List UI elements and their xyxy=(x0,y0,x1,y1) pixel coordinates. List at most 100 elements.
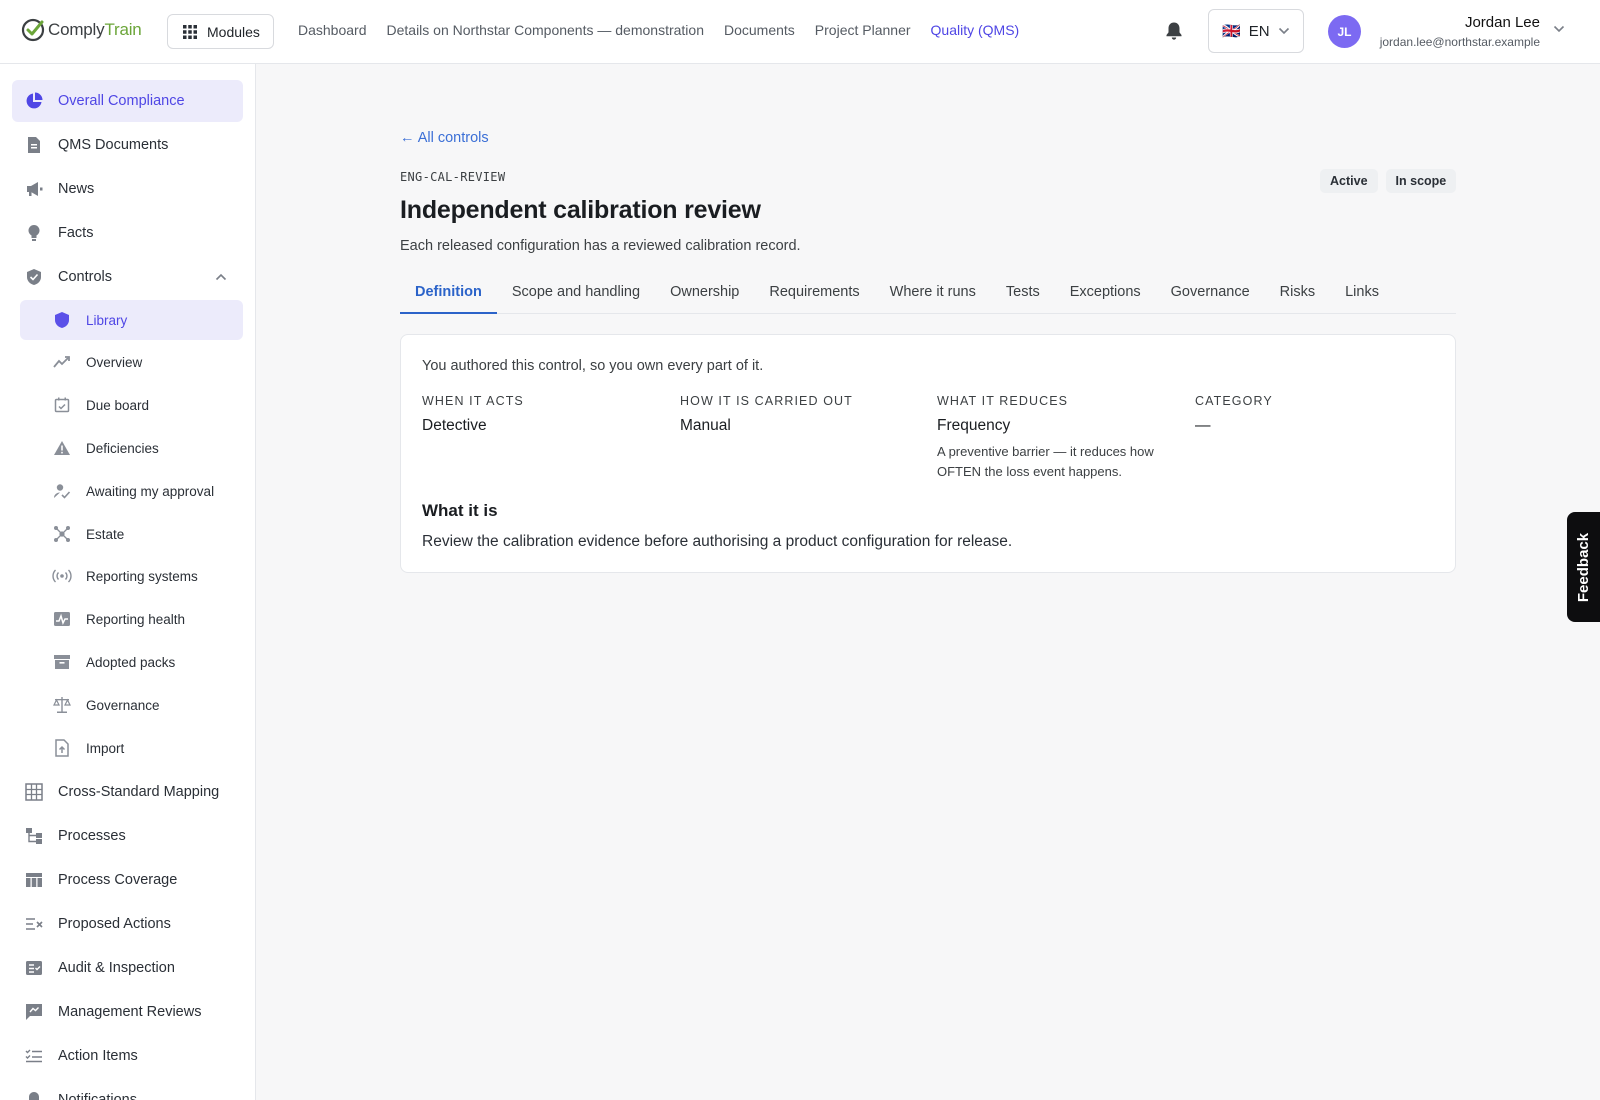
user-menu-chevron-icon[interactable] xyxy=(1553,25,1565,33)
grid-icon xyxy=(24,782,44,802)
sidebar-item-qms-documents[interactable]: QMS Documents xyxy=(12,124,243,166)
attribute-category: CATEGORY — xyxy=(1195,394,1445,435)
file-upload-icon xyxy=(52,738,72,758)
user-name[interactable]: Jordan Lee xyxy=(1465,14,1540,31)
topnav-documents[interactable]: Documents xyxy=(724,22,795,38)
uk-flag-icon: 🇬🇧 xyxy=(1222,23,1241,40)
sidebar-sub-reporting-systems[interactable]: Reporting systems xyxy=(20,556,243,596)
modules-button[interactable]: Modules xyxy=(167,14,274,49)
tab-where-it-runs[interactable]: Where it runs xyxy=(875,276,991,314)
network-icon xyxy=(52,524,72,544)
sidebar-sub-label: Awaiting my approval xyxy=(86,483,215,499)
sidebar-item-audit-inspection[interactable]: Audit & Inspection xyxy=(12,947,243,989)
document-icon xyxy=(24,135,44,155)
sidebar-item-label: Process Coverage xyxy=(58,872,178,888)
sidebar-item-management-reviews[interactable]: Management Reviews xyxy=(12,991,243,1033)
back-to-all-controls-link[interactable]: ← All controls xyxy=(400,130,489,146)
feedback-label: Feedback xyxy=(1575,532,1593,602)
sidebar-item-news[interactable]: News xyxy=(12,168,243,210)
top-navigation: Dashboard Details on Northstar Component… xyxy=(298,22,1019,38)
chevron-up-icon[interactable] xyxy=(215,273,227,281)
sidebar-item-label: Proposed Actions xyxy=(58,916,171,932)
sidebar-item-label: Management Reviews xyxy=(58,1004,202,1020)
sidebar-item-cross-standard-mapping[interactable]: Cross-Standard Mapping xyxy=(12,771,243,813)
ownership-note: You authored this control, so you own ev… xyxy=(422,358,764,374)
language-selector[interactable]: 🇬🇧 EN xyxy=(1208,9,1304,53)
sidebar-sub-label: Due board xyxy=(86,397,150,413)
megaphone-icon xyxy=(24,179,44,199)
sidebar-item-label: Controls xyxy=(58,269,112,285)
topnav-dashboard[interactable]: Dashboard xyxy=(298,22,367,38)
sidebar-item-label: Processes xyxy=(58,828,126,844)
control-code: ENG-CAL-REVIEW xyxy=(400,170,506,184)
scales-icon xyxy=(52,695,72,715)
topnav-project-details[interactable]: Details on Northstar Components — demons… xyxy=(387,22,704,38)
notifications-bell-icon[interactable] xyxy=(1165,21,1183,41)
app-logo[interactable]: ComplyTrain xyxy=(20,17,142,43)
logo-text: ComplyTrain xyxy=(48,20,142,39)
sidebar-item-proposed-actions[interactable]: Proposed Actions xyxy=(12,903,243,945)
attribute-how-carried-out: HOW IT IS CARRIED OUT Manual xyxy=(680,394,930,435)
sidebar-item-facts[interactable]: Facts xyxy=(12,212,243,254)
top-bar: ComplyTrain Modules Dashboard Details on… xyxy=(0,0,1600,64)
checklist-icon xyxy=(24,958,44,978)
tab-governance[interactable]: Governance xyxy=(1156,276,1265,314)
warning-icon xyxy=(52,438,72,458)
control-tabs: Definition Scope and handling Ownership … xyxy=(400,276,1456,314)
attribute-value: Detective xyxy=(422,417,487,434)
sidebar-sub-import[interactable]: Import xyxy=(20,728,243,768)
tab-links[interactable]: Links xyxy=(1330,276,1394,314)
sidebar-sub-label: Reporting health xyxy=(86,611,186,627)
sidebar-sub-reporting-health[interactable]: Reporting health xyxy=(20,599,243,639)
sidebar-sub-deficiencies[interactable]: Deficiencies xyxy=(20,428,243,468)
tab-tests[interactable]: Tests xyxy=(991,276,1055,314)
sidebar-item-overall-compliance[interactable]: Overall Compliance xyxy=(12,80,243,122)
sidebar-sub-governance[interactable]: Governance xyxy=(20,685,243,725)
shield-check-icon xyxy=(24,267,44,287)
sidebar-sub-label: Reporting systems xyxy=(86,568,198,584)
attribute-label: HOW IT IS CARRIED OUT xyxy=(680,394,853,408)
tab-ownership[interactable]: Ownership xyxy=(655,276,754,314)
list-check-icon xyxy=(24,1046,44,1066)
topnav-project-planner[interactable]: Project Planner xyxy=(815,22,911,38)
attribute-label: WHEN IT ACTS xyxy=(422,394,524,408)
attribute-note: A preventive barrier — it reduces how OF… xyxy=(937,444,1154,479)
trend-icon xyxy=(52,352,72,372)
section-body: Review the calibration evidence before a… xyxy=(422,533,1013,550)
sidebar-item-notifications[interactable]: Notifications xyxy=(12,1079,243,1100)
sidebar-item-label: Facts xyxy=(58,225,94,241)
tab-scope-and-handling[interactable]: Scope and handling xyxy=(497,276,655,314)
sidebar-sub-label: Estate xyxy=(86,526,125,542)
user-avatar[interactable]: JL xyxy=(1328,15,1361,48)
sidebar: Overall Compliance QMS Documents News Fa… xyxy=(0,64,256,1100)
section-title: What it is xyxy=(422,501,498,520)
sidebar-item-processes[interactable]: Processes xyxy=(12,815,243,857)
sidebar-item-controls[interactable]: Controls xyxy=(12,256,243,298)
feedback-button[interactable]: Feedback xyxy=(1567,512,1600,622)
tab-risks[interactable]: Risks xyxy=(1265,276,1330,314)
tab-requirements[interactable]: Requirements xyxy=(754,276,874,314)
tab-definition[interactable]: Definition xyxy=(400,276,497,314)
sidebar-sub-label: Import xyxy=(86,740,125,756)
attribute-value: — xyxy=(1195,417,1211,434)
table-icon xyxy=(24,870,44,890)
sidebar-sub-due-board[interactable]: Due board xyxy=(20,385,243,425)
sidebar-sub-awaiting-approval[interactable]: Awaiting my approval xyxy=(20,471,243,511)
sidebar-sub-overview[interactable]: Overview xyxy=(20,342,243,382)
grid-dots-icon xyxy=(183,24,197,39)
tab-exceptions[interactable]: Exceptions xyxy=(1055,276,1156,314)
sidebar-sub-adopted-packs[interactable]: Adopted packs xyxy=(20,642,243,682)
modules-label: Modules xyxy=(207,23,260,40)
calendar-check-icon xyxy=(52,395,72,415)
sidebar-sub-label: Adopted packs xyxy=(86,654,176,670)
sidebar-sub-estate[interactable]: Estate xyxy=(20,514,243,554)
sidebar-item-process-coverage[interactable]: Process Coverage xyxy=(12,859,243,901)
attribute-value: Manual xyxy=(680,417,731,434)
definition-card: You authored this control, so you own ev… xyxy=(400,334,1456,573)
user-email: jordan.lee@northstar.example xyxy=(1379,35,1540,49)
sidebar-sub-library[interactable]: Library xyxy=(20,300,243,340)
attribute-what-it-reduces: WHAT IT REDUCES Frequency A preventive b… xyxy=(937,394,1187,482)
attribute-value: Frequency xyxy=(937,417,1011,434)
sidebar-item-action-items[interactable]: Action Items xyxy=(12,1035,243,1077)
topnav-quality-qms[interactable]: Quality (QMS) xyxy=(931,22,1020,38)
